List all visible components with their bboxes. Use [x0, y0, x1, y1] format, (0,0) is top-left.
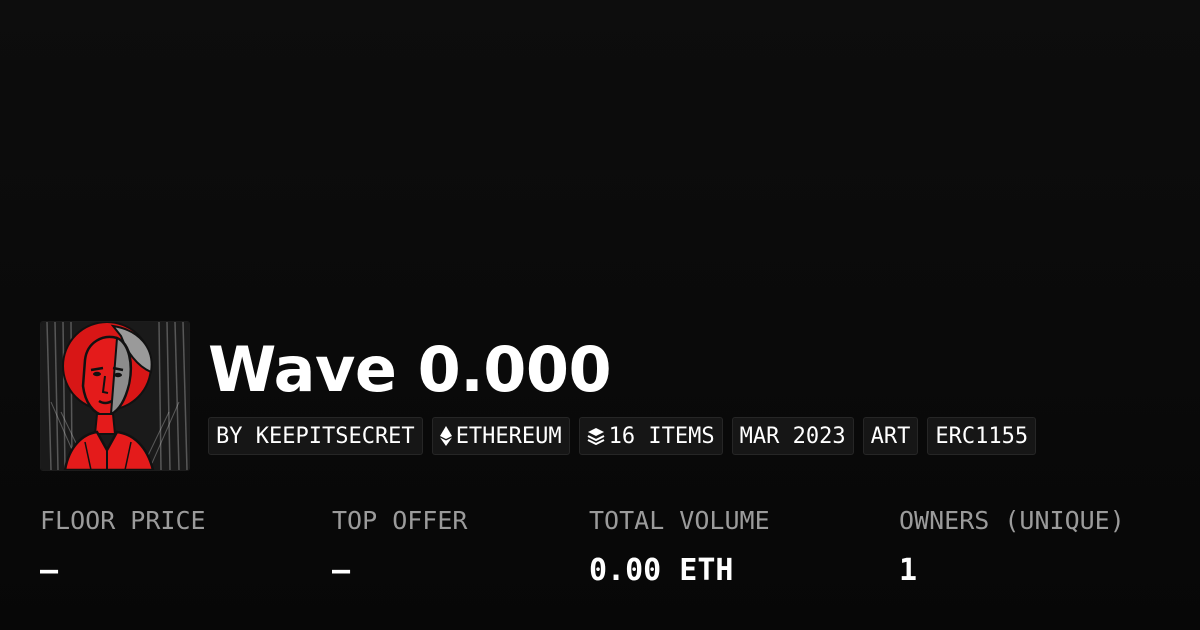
- total-volume-label: TOTAL VOLUME: [589, 506, 770, 535]
- owners-stat: OWNERS (UNIQUE) 1: [899, 505, 1125, 591]
- items-tag[interactable]: 16 ITEMS: [578, 417, 723, 455]
- layers-icon: [587, 427, 605, 445]
- total-volume-value: 0.00 ETH: [589, 553, 734, 588]
- collection-header: Wave 0.000 BY KEEPITSECRET ETHEREUM 16 I…: [40, 321, 1045, 471]
- date-tag-label: MAR 2023: [739, 423, 846, 449]
- chain-tag-label: ETHEREUM: [455, 423, 562, 449]
- collection-info: Wave 0.000 BY KEEPITSECRET ETHEREUM 16 I…: [208, 321, 1045, 455]
- items-tag-label: 16 ITEMS: [608, 423, 715, 449]
- top-offer-stat: TOP OFFER –: [332, 505, 467, 591]
- creator-tag-label: BY KEEPITSECRET: [216, 423, 415, 449]
- owners-value: 1: [899, 553, 918, 588]
- floor-price-stat: FLOOR PRICE –: [40, 505, 206, 591]
- collection-thumbnail[interactable]: [40, 321, 190, 471]
- chain-tag[interactable]: ETHEREUM: [431, 417, 570, 455]
- token-standard-tag-label: ERC1155: [935, 423, 1029, 449]
- tag-list: BY KEEPITSECRET ETHEREUM 16 ITEMS MAR 20…: [208, 417, 1045, 455]
- category-tag[interactable]: ART: [862, 417, 919, 455]
- top-offer-value: –: [332, 553, 351, 588]
- floor-price-label: FLOOR PRICE: [40, 506, 206, 535]
- top-offer-label: TOP OFFER: [332, 506, 468, 535]
- category-tag-label: ART: [870, 423, 911, 449]
- collection-stats: FLOOR PRICE – TOP OFFER – TOTAL VOLUME 0…: [0, 505, 1200, 605]
- owners-label: OWNERS (UNIQUE): [899, 506, 1125, 535]
- creator-tag[interactable]: BY KEEPITSECRET: [208, 417, 423, 455]
- token-standard-tag: ERC1155: [927, 417, 1037, 455]
- total-volume-stat: TOTAL VOLUME 0.00 ETH: [589, 505, 770, 591]
- ethereum-icon: [439, 426, 452, 446]
- artwork-image: [41, 322, 189, 470]
- floor-price-value: –: [40, 553, 59, 588]
- collection-title: Wave 0.000: [208, 333, 612, 406]
- date-tag: MAR 2023: [731, 417, 854, 455]
